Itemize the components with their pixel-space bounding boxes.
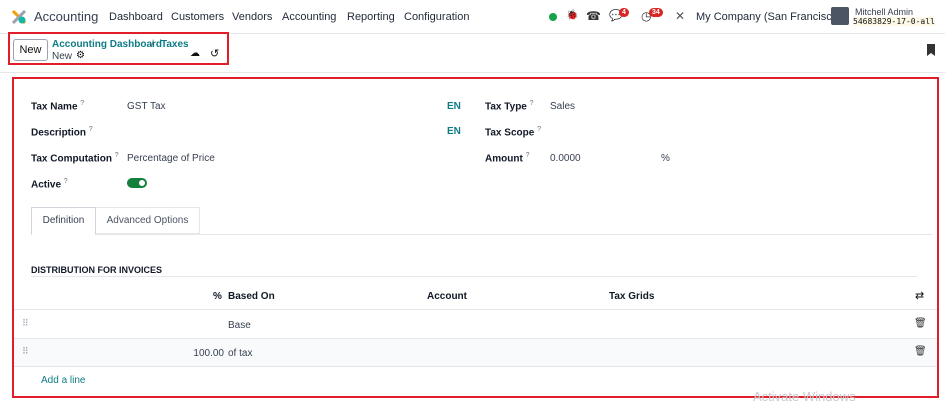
table-row[interactable]: ⠿ 100.00 of tax 🗑 <box>14 339 937 366</box>
row-divider <box>14 366 937 367</box>
activities-badge: 34 <box>649 8 663 17</box>
add-line-link[interactable]: Add a line <box>41 375 85 386</box>
active-toggle[interactable] <box>127 178 147 188</box>
column-settings-icon[interactable]: ⇄ <box>915 289 924 302</box>
save-cloud-icon[interactable]: ☁ <box>190 48 200 59</box>
tax-scope-label: Tax Scope ? <box>485 126 541 139</box>
tax-computation-label: Tax Computation ? <box>31 152 119 165</box>
tax-type-label: Tax Type ? <box>485 100 534 113</box>
status-dot-icon <box>549 13 557 21</box>
col-account[interactable]: Account <box>427 291 467 302</box>
amount-input[interactable]: 0.0000 <box>550 153 581 164</box>
amount-label: Amount ? <box>485 152 530 165</box>
table-row[interactable]: ⠿ Base 🗑 <box>14 310 937 338</box>
description-label: Description ? <box>31 126 93 139</box>
trash-icon[interactable]: 🗑 <box>914 346 927 357</box>
tax-name-input[interactable]: GST Tax <box>127 101 166 112</box>
divider <box>0 72 945 73</box>
menu-accounting[interactable]: Accounting <box>282 11 336 23</box>
trash-icon[interactable]: 🗑 <box>914 318 927 329</box>
top-navbar: Accounting Dashboard Customers Vendors A… <box>0 0 945 34</box>
amount-unit: % <box>661 153 670 164</box>
percent-cell: 100.00 <box>193 348 224 359</box>
based-on-cell: Base <box>228 320 251 331</box>
menu-vendors[interactable]: Vendors <box>232 11 272 23</box>
menu-reporting[interactable]: Reporting <box>347 11 395 23</box>
app-name[interactable]: Accounting <box>34 9 98 24</box>
new-button[interactable]: New <box>13 39 48 61</box>
gear-icon[interactable]: ⚙ <box>76 50 85 61</box>
discard-undo-icon[interactable]: ↺ <box>210 47 219 60</box>
tabs-divider <box>31 234 933 235</box>
windows-watermark: Activate Windows <box>753 389 856 404</box>
phone-icon[interactable]: ☎ <box>586 9 601 23</box>
company-switcher[interactable]: My Company (San Francisco) <box>696 11 842 23</box>
tab-definition[interactable]: Definition <box>31 207 96 235</box>
lang-en-button-2[interactable]: EN <box>447 126 461 137</box>
debug-bug-icon[interactable]: 🐞 <box>566 10 578 21</box>
bookmark-icon[interactable] <box>927 44 935 56</box>
avatar[interactable] <box>831 7 849 25</box>
user-name[interactable]: Mitchell Admin <box>855 7 913 17</box>
tax-name-label: Tax Name ? <box>31 100 85 113</box>
breadcrumb-taxes[interactable]: Taxes <box>161 39 189 50</box>
menu-customers[interactable]: Customers <box>171 11 224 23</box>
menu-configuration[interactable]: Configuration <box>404 11 469 23</box>
distribution-title: DISTRIBUTION FOR INVOICES <box>31 265 163 275</box>
tax-computation-select[interactable]: Percentage of Price <box>127 153 215 164</box>
drag-handle-icon[interactable]: ⠿ <box>22 318 29 329</box>
drag-handle-icon[interactable]: ⠿ <box>22 346 29 357</box>
section-divider <box>31 276 917 277</box>
based-on-cell: of tax <box>228 348 253 359</box>
lang-en-button[interactable]: EN <box>447 101 461 112</box>
database-name: 54683829-17-0-all <box>853 17 935 26</box>
breadcrumb-accounting-dashboard[interactable]: Accounting Dashboard <box>52 39 162 50</box>
record-name: New <box>52 51 73 62</box>
tax-type-select[interactable]: Sales <box>550 101 575 112</box>
col-percent[interactable]: % <box>213 291 222 302</box>
app-logo-icon <box>12 10 26 24</box>
tools-icon[interactable]: ✕ <box>675 9 685 23</box>
col-tax-grids[interactable]: Tax Grids <box>609 291 654 302</box>
menu-dashboard[interactable]: Dashboard <box>109 11 163 23</box>
active-label: Active ? <box>31 178 68 191</box>
col-based-on[interactable]: Based On <box>228 291 275 302</box>
messages-badge: 4 <box>619 8 629 17</box>
breadcrumb-separator: / <box>151 39 154 50</box>
tab-advanced-options[interactable]: Advanced Options <box>96 207 200 234</box>
